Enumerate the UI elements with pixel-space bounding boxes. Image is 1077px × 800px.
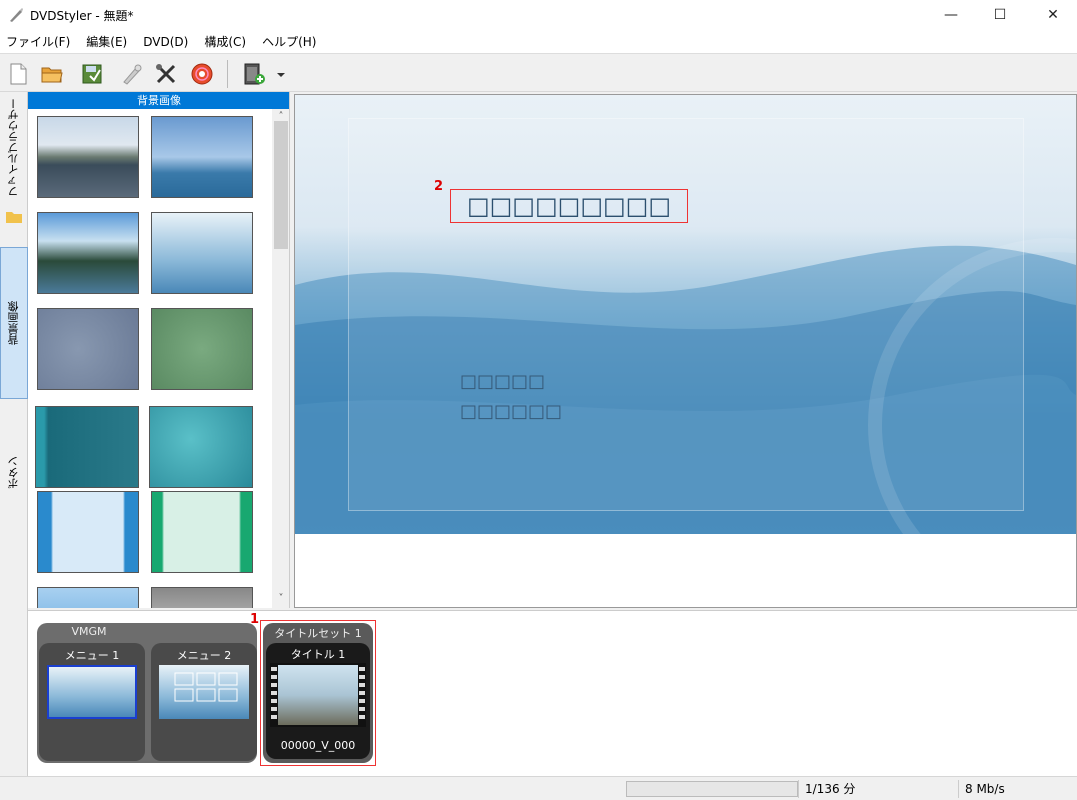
background-thumbnail[interactable] (151, 587, 253, 608)
minimize-icon: — (944, 7, 958, 23)
tab-buttons[interactable]: ボタン (0, 422, 28, 522)
menu-1-card[interactable]: メニュー 1 (39, 643, 145, 761)
menu-background[interactable] (295, 95, 1076, 534)
window-title: DVDStyler - 無題* (30, 9, 134, 23)
safe-area-frame (348, 118, 1024, 511)
menu-title-text[interactable]: □□□□□□□□□ (450, 189, 688, 223)
highlight-box (260, 620, 376, 766)
tab-backgrounds[interactable]: 背景画像 (0, 247, 28, 399)
menu-2-card[interactable]: メニュー 2 (151, 643, 257, 761)
scroll-down-icon[interactable]: ˅ (272, 593, 289, 607)
background-thumbnail[interactable] (37, 308, 139, 390)
scrollbar-thumb[interactable] (274, 121, 288, 249)
background-thumbnail[interactable] (37, 212, 139, 294)
menu-configure[interactable]: 構成(C) (204, 33, 246, 50)
background-thumbnail[interactable] (37, 116, 139, 198)
menu-button-1[interactable]: □□□□□ (460, 371, 545, 392)
maximize-icon: ☐ (993, 7, 1007, 23)
folder-icon[interactable] (0, 206, 28, 228)
menu-button-2[interactable]: □□□□□□ (460, 401, 562, 422)
menu-1-label: メニュー 1 (64, 649, 120, 662)
panel-header: 背景画像 (28, 92, 289, 109)
background-thumbnail[interactable] (37, 491, 139, 573)
callout-number: 2 (434, 179, 444, 194)
callout-number: 1 (250, 612, 260, 627)
new-icon[interactable] (6, 62, 30, 86)
side-tabs: ファイルブラウザー 背景画像 ボタン (0, 92, 28, 776)
menu-file[interactable]: ファイル(F) (6, 33, 70, 50)
status-bar: 1/136 分 8 Mb/s (0, 776, 1077, 800)
burn-icon[interactable] (190, 62, 214, 86)
background-thumbnail[interactable] (151, 212, 253, 294)
menu-dvd[interactable]: DVD(D) (143, 35, 188, 49)
menu-2-grid (174, 672, 238, 702)
settings-icon[interactable] (154, 62, 178, 86)
disc-usage-progress (626, 781, 798, 797)
close-icon: ✕ (1047, 7, 1059, 23)
title-bar: DVDStyler - 無題* — ☐ ✕ (0, 0, 1077, 30)
edit-icon[interactable] (120, 62, 144, 86)
open-icon[interactable] (40, 62, 64, 86)
dropdown-arrow-icon[interactable] (274, 62, 288, 86)
duration-status: 1/136 分 (798, 780, 958, 798)
toolbar-separator (227, 60, 228, 88)
tab-buttons-label: ボタン (7, 455, 20, 489)
menu-help[interactable]: ヘルプ(H) (262, 33, 316, 50)
tab-file-browser[interactable]: ファイルブラウザー (0, 92, 28, 202)
background-thumbnail[interactable] (151, 308, 253, 390)
vmgm-group: VMGM メニュー 1 メニュー 2 (37, 623, 257, 763)
dvdstyler-app-icon (10, 8, 23, 22)
titleset-manager: VMGM メニュー 1 メニュー 2 1 タイトルセット 1 タイトル 1 00… (28, 610, 1077, 776)
tab-file-browser-label: ファイルブラウザー (7, 97, 20, 197)
menu-title-label: □□□□□□□□□ (466, 192, 672, 220)
thumbnail-grid (28, 109, 272, 608)
background-thumbnail[interactable] (151, 491, 253, 573)
bitrate-status: 8 Mb/s (958, 780, 1058, 798)
background-thumbnail[interactable] (37, 587, 139, 608)
menu-edit[interactable]: 編集(E) (86, 33, 127, 50)
menu-1-thumbnail (47, 665, 137, 719)
close-button[interactable]: ✕ (1030, 0, 1076, 30)
background-thumbnail[interactable] (151, 116, 253, 198)
save-icon[interactable] (80, 62, 104, 86)
menu-2-label: メニュー 2 (176, 649, 232, 662)
menu-bar: ファイル(F) 編集(E) DVD(D) 構成(C) ヘルプ(H) (0, 30, 1077, 54)
minimize-button[interactable]: — (928, 0, 974, 30)
menu-editor[interactable]: 2 □□□□□□□□□ □□□□□ □□□□□□ (294, 94, 1077, 608)
tab-backgrounds-label: 背景画像 (7, 301, 20, 345)
maximize-button[interactable]: ☐ (977, 0, 1023, 30)
background-panel: 背景画像 ˄ ˅ (28, 92, 290, 608)
panel-scrollbar[interactable]: ˄ ˅ (272, 109, 289, 608)
toolbar (0, 54, 1077, 92)
background-thumbnail[interactable] (149, 406, 253, 488)
vmgm-label: VMGM (71, 625, 107, 638)
add-file-icon[interactable] (242, 62, 266, 86)
background-thumbnail[interactable] (35, 406, 139, 488)
menu-2-thumbnail (159, 665, 249, 719)
